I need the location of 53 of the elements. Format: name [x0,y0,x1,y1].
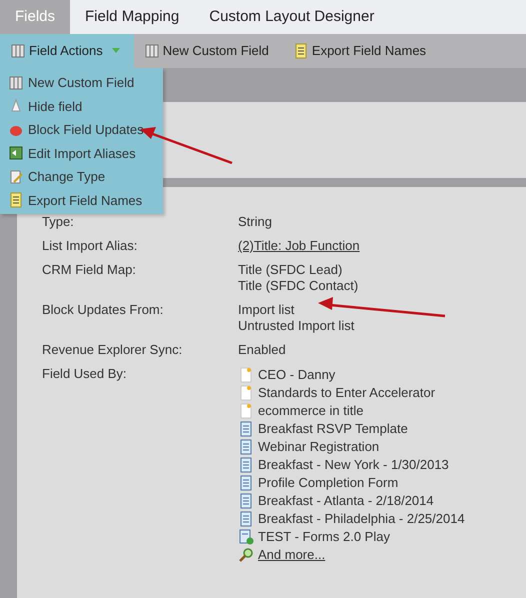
form-icon [238,457,254,473]
toolbar-button[interactable]: Field Actions [0,34,134,68]
form-icon [238,511,254,527]
field-value: Import list [238,302,294,318]
document-icon [8,192,24,208]
more-link[interactable]: And more... [258,547,326,563]
pencil-icon [8,168,24,185]
field-label: List Import Alias: [42,238,138,254]
usage-item[interactable]: Breakfast - New York - 1/30/2013 [258,457,449,473]
menu-item[interactable]: Edit Import Aliases [0,142,163,165]
form-icon [238,439,254,455]
field-label: Block Updates From: [42,302,164,319]
alias-link[interactable]: (2)Title: Job Function [238,238,360,253]
field-value: Title (SFDC Lead) [238,262,342,278]
menu-item[interactable]: Export Field Names [0,188,163,212]
usage-item[interactable]: Breakfast - Philadelphia - 2/25/2014 [258,511,465,527]
field-value: Untrusted Import list [238,318,354,334]
usage-item[interactable]: Breakfast - Atlanta - 2/18/2014 [258,493,434,509]
tab[interactable]: Field Mapping [70,0,194,34]
field-value: Title (SFDC Contact) [238,278,358,294]
usage-item[interactable]: TEST - Forms 2.0 Play [258,529,390,545]
usage-item[interactable]: Webinar Registration [258,439,380,455]
note-icon [238,367,254,383]
form-icon [238,421,254,437]
database-icon [10,43,26,59]
usage-item[interactable]: Profile Completion Form [258,475,398,491]
menu-item[interactable]: Hide field [0,94,163,118]
usage-item[interactable]: CEO - Danny [258,367,336,383]
menu-item[interactable]: Change Type [0,165,163,188]
database-icon [144,43,160,59]
form-icon [238,493,254,509]
usage-item[interactable]: ecommerce in title [258,403,364,419]
document-icon [292,43,309,59]
search-icon [238,547,254,563]
field-label: Type: [42,214,75,230]
menu-item[interactable]: New Custom Field [0,71,163,94]
field-value: Enabled [238,342,286,358]
database-icon [8,74,24,91]
field-label: Revenue Explorer Sync: [42,342,184,358]
caret-icon [112,48,120,54]
usage-item[interactable]: Breakfast RSVP Template [258,421,408,437]
field-value: String [238,214,272,230]
toolbar-button[interactable]: New Custom Field [134,34,283,68]
note-icon [238,403,254,419]
usage-item[interactable]: Standards to Enter Accelerator [258,385,436,401]
field-label: CRM Field Map: [42,262,137,279]
tab[interactable]: Custom Layout Designer [194,0,390,34]
form-icon [238,475,254,491]
note-icon [238,385,254,401]
form-icon [238,529,254,545]
toolbar-button[interactable]: Export Field Names [282,34,440,68]
menu-item[interactable]: Block Field Updates [0,118,163,142]
field-label: Field Used By: [42,366,128,383]
